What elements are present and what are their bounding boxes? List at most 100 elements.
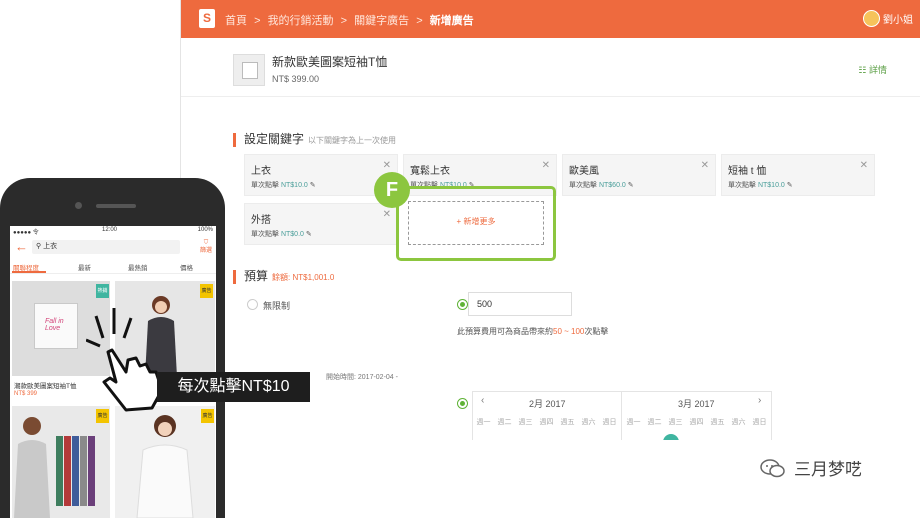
weekday: 週一 bbox=[626, 419, 641, 426]
breadcrumb-current: 新增廣告 bbox=[429, 15, 474, 27]
keyword-chip: 歐美風 ✕ 單次點擊 NT$60.0 ✎ bbox=[562, 154, 716, 196]
breadcrumb-keyword-ads[interactable]: 關鍵字廣告 bbox=[354, 15, 412, 27]
hand-pointer-icon bbox=[86, 308, 164, 412]
schedule-radio[interactable] bbox=[457, 398, 468, 409]
add-more-label: + 新增更多 bbox=[456, 217, 496, 226]
breadcrumb: 首頁 > 我的行銷活動 > 關鍵字廣告 > 新增廣告 bbox=[225, 12, 478, 28]
avatar bbox=[863, 10, 880, 27]
tshirt-image: Fall in Love bbox=[34, 303, 78, 349]
tab-price[interactable]: 價格 bbox=[180, 262, 193, 272]
keyword-bid[interactable]: 單次點擊 NT$0.0 ✎ bbox=[251, 229, 312, 239]
pencil-icon[interactable]: ✎ bbox=[787, 182, 793, 189]
breadcrumb-separator: > bbox=[254, 15, 261, 27]
ad-tag-icon: 廣告 bbox=[200, 284, 213, 298]
keyword-name: 短袖 t 恤 bbox=[728, 166, 767, 177]
calendar-divider bbox=[621, 392, 622, 440]
keyword-chip: 短袖 t 恤 ✕ 單次點擊 NT$10.0 ✎ bbox=[721, 154, 875, 196]
budget-estimate: 此預算費用可為商品帶來約50 ~ 100次點擊 bbox=[457, 326, 608, 337]
active-tab-underline bbox=[12, 271, 46, 273]
breadcrumb-separator: > bbox=[340, 15, 348, 27]
keyword-bid[interactable]: 單次點擊 NT$10.0 ✎ bbox=[251, 180, 316, 190]
hot-tag-icon: 熱銷 bbox=[96, 284, 109, 298]
mobile-search-bar: ← ⚲ 上衣 ⛉ 篩選 bbox=[10, 237, 216, 257]
status-bar: ●●●●● 令 12:00 100% bbox=[10, 226, 216, 236]
weekday: 週六 bbox=[581, 419, 596, 426]
product-image[interactable]: 廣告 bbox=[12, 406, 110, 518]
top-navbar: 首頁 > 我的行銷活動 > 關鍵字廣告 > 新增廣告 劉小姐 bbox=[181, 0, 920, 38]
tshirt-print: Fall in Love bbox=[45, 318, 64, 332]
product-name: 新款歐美圖案短袖T恤 bbox=[272, 55, 388, 69]
keyword-name: 歐美風 bbox=[569, 166, 599, 177]
camera-icon bbox=[75, 202, 82, 209]
add-keyword-highlight: + 新增更多 bbox=[396, 186, 556, 261]
bid-value: NT$60.0 bbox=[598, 182, 626, 189]
wechat-icon bbox=[760, 458, 785, 477]
product-price: NT$ 399.00 bbox=[272, 74, 320, 84]
details-link[interactable]: ☷ 詳情 bbox=[858, 63, 887, 76]
filter-button[interactable]: ⛉ 篩選 bbox=[200, 239, 212, 255]
filter-label: 篩選 bbox=[199, 248, 212, 254]
model-image bbox=[136, 415, 194, 518]
pencil-icon[interactable]: ✎ bbox=[306, 231, 312, 238]
back-arrow-icon[interactable]: ← bbox=[15, 240, 28, 253]
keyword-name: 上衣 bbox=[251, 166, 271, 177]
search-input[interactable]: ⚲ 上衣 bbox=[32, 240, 180, 254]
close-icon[interactable]: ✕ bbox=[701, 160, 709, 171]
keywords-title-text: 設定關鍵字 bbox=[244, 132, 305, 146]
bid-label: 單次點擊 bbox=[569, 182, 597, 189]
keywords-section-title: 設定關鍵字 以下關鍵字為上一次使用 bbox=[233, 133, 396, 147]
tab-best-selling[interactable]: 最熱銷 bbox=[128, 262, 148, 272]
calendar-month-2: 3月 2017 bbox=[678, 399, 715, 409]
breadcrumb-home[interactable]: 首頁 bbox=[225, 15, 250, 27]
weekday: 週三 bbox=[668, 419, 683, 426]
step-badge: F bbox=[374, 172, 410, 208]
close-icon[interactable]: ✕ bbox=[860, 160, 868, 171]
weekday-row: 週一 週二 週三 週四 週五 週六 週日 bbox=[623, 417, 770, 427]
weekday: 週三 bbox=[518, 419, 533, 426]
keyword-name: 外搭 bbox=[251, 215, 271, 226]
breadcrumb-separator: > bbox=[416, 15, 423, 27]
carrier-signal: ●●●●● 令 bbox=[13, 230, 39, 236]
battery: 100% bbox=[197, 227, 213, 233]
weekday: 週五 bbox=[560, 419, 575, 426]
tab-latest[interactable]: 最新 bbox=[78, 262, 91, 272]
bid-label: 單次點擊 bbox=[728, 182, 756, 189]
close-icon[interactable]: ✕ bbox=[542, 160, 550, 171]
budget-input[interactable]: 500 bbox=[468, 292, 572, 316]
unlimited-radio[interactable] bbox=[247, 299, 258, 310]
weekday: 週六 bbox=[731, 419, 746, 426]
product-image[interactable]: 廣告 bbox=[115, 406, 215, 518]
pencil-icon[interactable]: ✎ bbox=[628, 182, 634, 189]
chevron-left-icon[interactable]: ‹ bbox=[481, 395, 484, 406]
date-picker[interactable]: ‹ 2月 2017 3月 2017 › 週一 週二 週三 週四 週五 週六 週日 週一 週二週… bbox=[472, 391, 772, 440]
estimate-suffix: 次點擊 bbox=[584, 327, 609, 336]
keyword-bid[interactable]: 單次點擊 NT$60.0 ✎ bbox=[569, 180, 634, 190]
weekday: 週五 bbox=[710, 419, 725, 426]
sort-tabs: 關聯程度 最新 最熱銷 價格 bbox=[10, 259, 216, 274]
breadcrumb-campaigns[interactable]: 我的行銷活動 bbox=[268, 15, 337, 27]
schedule-hint: 開始時間: 2017-02-04 - bbox=[326, 374, 398, 381]
close-icon[interactable]: ✕ bbox=[383, 209, 391, 220]
chevron-right-icon[interactable]: › bbox=[758, 395, 761, 406]
shop-logo-icon[interactable] bbox=[199, 9, 215, 28]
weekday: 週日 bbox=[752, 419, 767, 426]
list-icon: ☷ bbox=[858, 65, 869, 75]
bid-value: NT$10.0 bbox=[280, 182, 308, 189]
user-menu[interactable]: 劉小姐 bbox=[863, 10, 913, 27]
pencil-icon[interactable]: ✎ bbox=[310, 182, 316, 189]
funnel-icon: ⛉ bbox=[203, 240, 209, 246]
weekday-row: 週一 週二 週三 週四 週五 週六 週日 bbox=[473, 417, 620, 427]
keyword-bid[interactable]: 單次點擊 NT$10.0 ✎ bbox=[728, 180, 793, 190]
calendar-month-1: 2月 2017 bbox=[529, 399, 566, 409]
speaker-grille bbox=[96, 204, 136, 208]
selected-date[interactable] bbox=[663, 434, 679, 440]
product-title: 潮款歐美圖案短袖T恤 bbox=[14, 383, 77, 390]
search-query: 上衣 bbox=[43, 243, 58, 250]
add-more-keywords-button[interactable]: + 新增更多 bbox=[408, 201, 544, 245]
user-name: 劉小姐 bbox=[883, 15, 913, 26]
product-price: NT$ 399 bbox=[14, 391, 38, 397]
close-icon[interactable]: ✕ bbox=[383, 160, 391, 171]
weekday: 週四 bbox=[539, 419, 554, 426]
custom-budget-radio[interactable] bbox=[457, 299, 468, 310]
clock: 12:00 bbox=[102, 227, 118, 233]
